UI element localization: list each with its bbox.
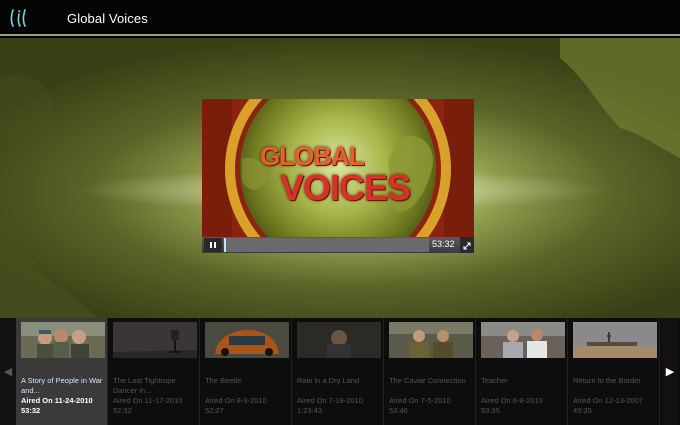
app-header: Global Voices	[0, 0, 680, 36]
progress-fill	[224, 238, 227, 252]
episode-aired-date: Aired On 8-3-2010	[205, 396, 267, 405]
episode-thumbnail[interactable]	[573, 322, 657, 358]
player-controls: 53:32	[202, 237, 474, 253]
episode-item[interactable]: A Story of People in War and... Aired On …	[16, 318, 108, 425]
episode-carousel: ◀ A Story of People in War and... Aired O…	[0, 318, 680, 425]
episode-title: The Beetle	[205, 376, 242, 385]
episode-title: Return to the Border	[573, 376, 641, 385]
episode-thumbnail[interactable]	[389, 322, 473, 358]
episode-item[interactable]: Return to the Border Aired On 12-13-2007 4…	[568, 318, 660, 425]
episode-item[interactable]: The Beetle Aired On 8-3-2010 52:27	[200, 318, 292, 425]
episode-aired-date: Aired On 7-5-2010	[389, 396, 451, 405]
episode-duration: 53:35	[481, 406, 500, 415]
episode-title: The Caviar Connection	[389, 376, 466, 385]
episode-title: A Story of People in War and...	[21, 376, 103, 395]
video-duration: 53:32	[432, 239, 455, 249]
episode-item[interactable]: The Caviar Connection Aired On 7-5-2010 53…	[384, 318, 476, 425]
episode-title: Rain in a Dry Land	[297, 376, 360, 385]
page-title: Global Voices	[67, 11, 148, 26]
episode-duration: 52:27	[205, 406, 224, 415]
episode-aired-date: Aired On 6-8-2010	[481, 396, 543, 405]
video-logo-bottom: VOICES	[280, 167, 411, 208]
episode-thumbnail[interactable]	[113, 322, 197, 358]
pause-icon[interactable]	[204, 238, 222, 252]
video-frame[interactable]: GLOBAL VOICES	[202, 99, 474, 237]
episode-aired-date: Aired On 11-17-2010	[113, 396, 183, 405]
episode-duration: 52:32	[113, 406, 132, 415]
episode-aired-date: Aired On 11-24-2010	[21, 396, 93, 405]
episode-duration: 53:46	[389, 406, 408, 415]
episode-thumbnail[interactable]	[481, 322, 565, 358]
episode-list: A Story of People in War and... Aired On …	[16, 318, 662, 425]
video-player[interactable]: GLOBAL VOICES 53:32	[202, 99, 474, 253]
episode-item[interactable]: Rain in a Dry Land Aired On 7-19-2010 1:23…	[292, 318, 384, 425]
episode-item[interactable]: Teacher Aired On 6-8-2010 53:35	[476, 318, 568, 425]
episode-duration: 49:35	[573, 406, 592, 415]
episode-title: The Last Tightrope Dancer in...	[113, 376, 176, 395]
episode-title: Teacher	[481, 376, 508, 385]
episode-item[interactable]: The Last Tightrope Dancer in... Aired On …	[108, 318, 200, 425]
episode-aired-date: Aired On 7-19-2010	[297, 396, 363, 405]
episode-duration: 1:23:43	[297, 406, 323, 415]
episode-duration: 53:32	[21, 406, 41, 415]
chevron-left-icon[interactable]: ◀	[0, 318, 16, 425]
episode-thumbnail[interactable]	[297, 322, 381, 358]
fullscreen-icon[interactable]	[460, 237, 474, 253]
chevron-right-icon[interactable]: ▶	[662, 318, 678, 425]
progress-bar[interactable]	[224, 238, 429, 252]
lil-logo-icon[interactable]	[9, 8, 33, 28]
episode-aired-date: Aired On 12-13-2007	[573, 396, 644, 405]
episode-thumbnail[interactable]	[21, 322, 105, 358]
episode-thumbnail[interactable]	[205, 322, 289, 358]
